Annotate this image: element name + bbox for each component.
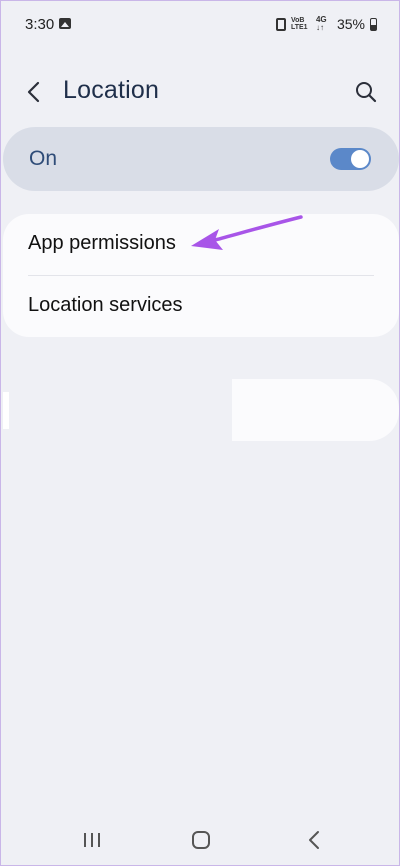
chevron-left-icon — [27, 81, 40, 103]
search-button[interactable] — [351, 77, 381, 107]
settings-list: App permissions Location services — [3, 214, 399, 337]
navigation-bar — [1, 811, 399, 865]
blank-card-fragment — [3, 392, 9, 429]
location-master-switch[interactable]: On — [3, 127, 399, 191]
page-title: Location — [63, 76, 160, 104]
recents-icon — [84, 833, 100, 847]
image-notification-icon — [59, 18, 71, 29]
settings-item-app-permissions[interactable]: App permissions — [3, 214, 399, 275]
network-indicator: 4G ↓↑ — [316, 16, 332, 32]
status-indicators: VoB LTE1 4G ↓↑ 35% — [275, 15, 377, 33]
blank-card — [232, 379, 399, 441]
status-time: 3:30 — [25, 16, 55, 33]
master-switch-label: On — [29, 147, 58, 170]
home-icon — [192, 831, 210, 849]
back-icon — [309, 831, 319, 849]
settings-item-label: Location services — [28, 294, 183, 316]
settings-item-label: App permissions — [28, 232, 176, 254]
home-button[interactable] — [186, 827, 216, 853]
location-toggle[interactable] — [330, 148, 371, 170]
battery-icon — [370, 17, 377, 31]
volte-line2: LTE1 — [290, 24, 308, 31]
back-button[interactable] — [19, 77, 49, 107]
sim-card-icon — [275, 17, 286, 31]
volte-line1: VoB — [290, 17, 305, 24]
settings-item-location-services[interactable]: Location services — [3, 276, 399, 337]
status-bar: 3:30 VoB LTE1 4G ↓↑ 35% — [1, 1, 399, 49]
nav-back-button[interactable] — [299, 827, 329, 853]
search-icon — [356, 82, 377, 103]
battery-percent: 35% — [336, 16, 365, 32]
recents-button[interactable] — [77, 829, 107, 851]
volte-indicator: VoB LTE1 — [291, 17, 311, 31]
app-header: Location — [1, 63, 399, 123]
phone-screen: 3:30 VoB LTE1 4G ↓↑ 35% Location On App … — [0, 0, 400, 866]
toggle-knob — [350, 149, 370, 169]
network-activity: ↓↑ — [315, 23, 324, 32]
